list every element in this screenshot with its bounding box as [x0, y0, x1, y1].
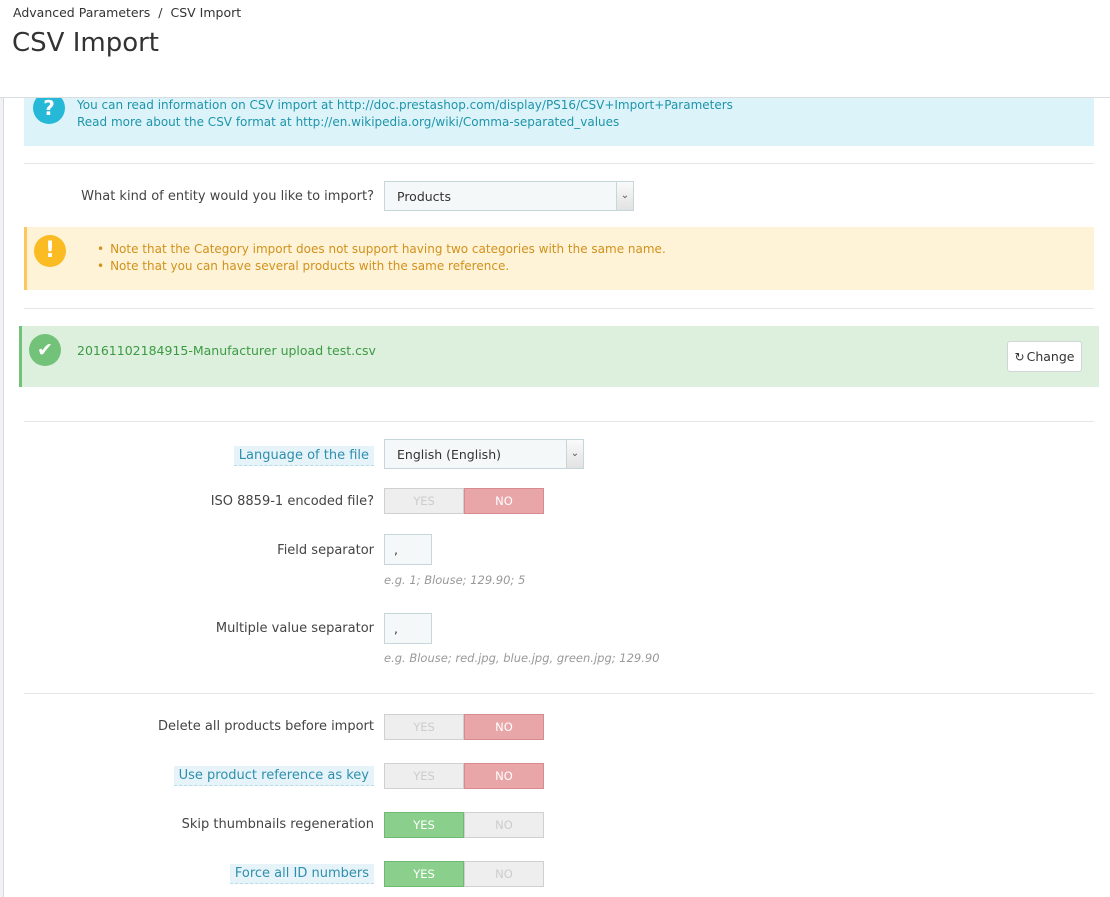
info-alert-text: You can read information on CSV import a…: [77, 97, 733, 131]
iso-no-option[interactable]: NO: [464, 488, 544, 514]
delete-all-switch[interactable]: YES NO: [384, 714, 544, 740]
page-title: CSV Import: [12, 28, 159, 58]
page-header: Advanced Parameters / CSV Import CSV Impor…: [0, 0, 1110, 98]
main-content: ? You can read information on CSV import…: [0, 0, 1110, 897]
entity-select[interactable]: Products ⌄: [384, 181, 634, 211]
wikipedia-link[interactable]: http://en.wikipedia.org/wiki/Comma-separ…: [296, 115, 620, 129]
use-reference-no-option[interactable]: NO: [464, 763, 544, 789]
use-reference-label[interactable]: Use product reference as key: [173, 766, 374, 786]
delete-all-no-option[interactable]: NO: [464, 714, 544, 740]
info-alert: ? You can read information on CSV import…: [24, 92, 1094, 146]
field-separator-help: e.g. 1; Blouse; 129.90; 5: [384, 573, 526, 587]
breadcrumb-current: CSV Import: [170, 5, 242, 20]
info-line1-text: You can read information on CSV import a…: [77, 98, 337, 112]
breadcrumb-parent[interactable]: Advanced Parameters: [13, 5, 150, 20]
doc-link[interactable]: http://doc.prestashop.com/display/PS16/C…: [337, 98, 733, 112]
breadcrumb: Advanced Parameters / CSV Import: [13, 5, 241, 20]
file-alert: ✔ 20161102184915-Manufacturer upload tes…: [19, 326, 1099, 387]
delete-all-label: Delete all products before import: [158, 719, 374, 734]
info-line2-text: Read more about the CSV format at: [77, 115, 296, 129]
entity-label: What kind of entity would you like to im…: [81, 189, 374, 204]
skip-thumbnails-label: Skip thumbnails regeneration: [181, 817, 374, 832]
use-reference-switch[interactable]: YES NO: [384, 763, 544, 789]
warning-list: Note that the Category import does not s…: [108, 241, 666, 275]
force-ids-label[interactable]: Force all ID numbers: [229, 864, 374, 884]
multi-separator-help: e.g. Blouse; red.jpg, blue.jpg, green.jp…: [384, 651, 660, 665]
left-border: [0, 98, 4, 897]
refresh-icon: ↻: [1014, 350, 1025, 364]
file-name: 20161102184915-Manufacturer upload test.…: [77, 343, 376, 358]
change-file-button[interactable]: ↻ Change: [1007, 341, 1082, 372]
force-ids-switch[interactable]: YES NO: [384, 861, 544, 887]
field-separator-label: Field separator: [277, 543, 374, 558]
check-icon: ✔: [29, 334, 61, 366]
language-select-value: English (English): [397, 447, 501, 462]
divider: [24, 163, 1094, 164]
exclamation-icon: !: [34, 235, 66, 267]
iso-yes-option[interactable]: YES: [384, 488, 464, 514]
skip-thumbnails-yes-option[interactable]: YES: [384, 812, 464, 838]
force-ids-no-option[interactable]: NO: [464, 861, 544, 887]
delete-all-yes-option[interactable]: YES: [384, 714, 464, 740]
warning-alert: ! Note that the Category import does not…: [24, 227, 1094, 290]
multi-separator-label: Multiple value separator: [215, 621, 374, 636]
field-separator-input[interactable]: ,: [384, 534, 432, 565]
warning-item: Note that you can have several products …: [108, 258, 666, 275]
skip-thumbnails-no-option[interactable]: NO: [464, 812, 544, 838]
multi-separator-input[interactable]: ,: [384, 613, 432, 644]
language-select[interactable]: English (English) ⌄: [384, 439, 584, 469]
chevron-down-icon: ⌄: [616, 182, 633, 210]
warning-item: Note that the Category import does not s…: [108, 241, 666, 258]
iso-switch[interactable]: YES NO: [384, 488, 544, 514]
chevron-down-icon: ⌄: [566, 440, 583, 468]
divider: [24, 421, 1094, 422]
divider: [24, 693, 1094, 694]
change-button-label: Change: [1026, 349, 1075, 364]
iso-label: ISO 8859-1 encoded file?: [210, 494, 374, 509]
entity-select-value: Products: [397, 189, 451, 204]
skip-thumbnails-switch[interactable]: YES NO: [384, 812, 544, 838]
language-label[interactable]: Language of the file: [233, 446, 374, 466]
use-reference-yes-option[interactable]: YES: [384, 763, 464, 789]
force-ids-yes-option[interactable]: YES: [384, 861, 464, 887]
breadcrumb-separator: /: [158, 5, 163, 20]
divider: [24, 308, 1094, 309]
